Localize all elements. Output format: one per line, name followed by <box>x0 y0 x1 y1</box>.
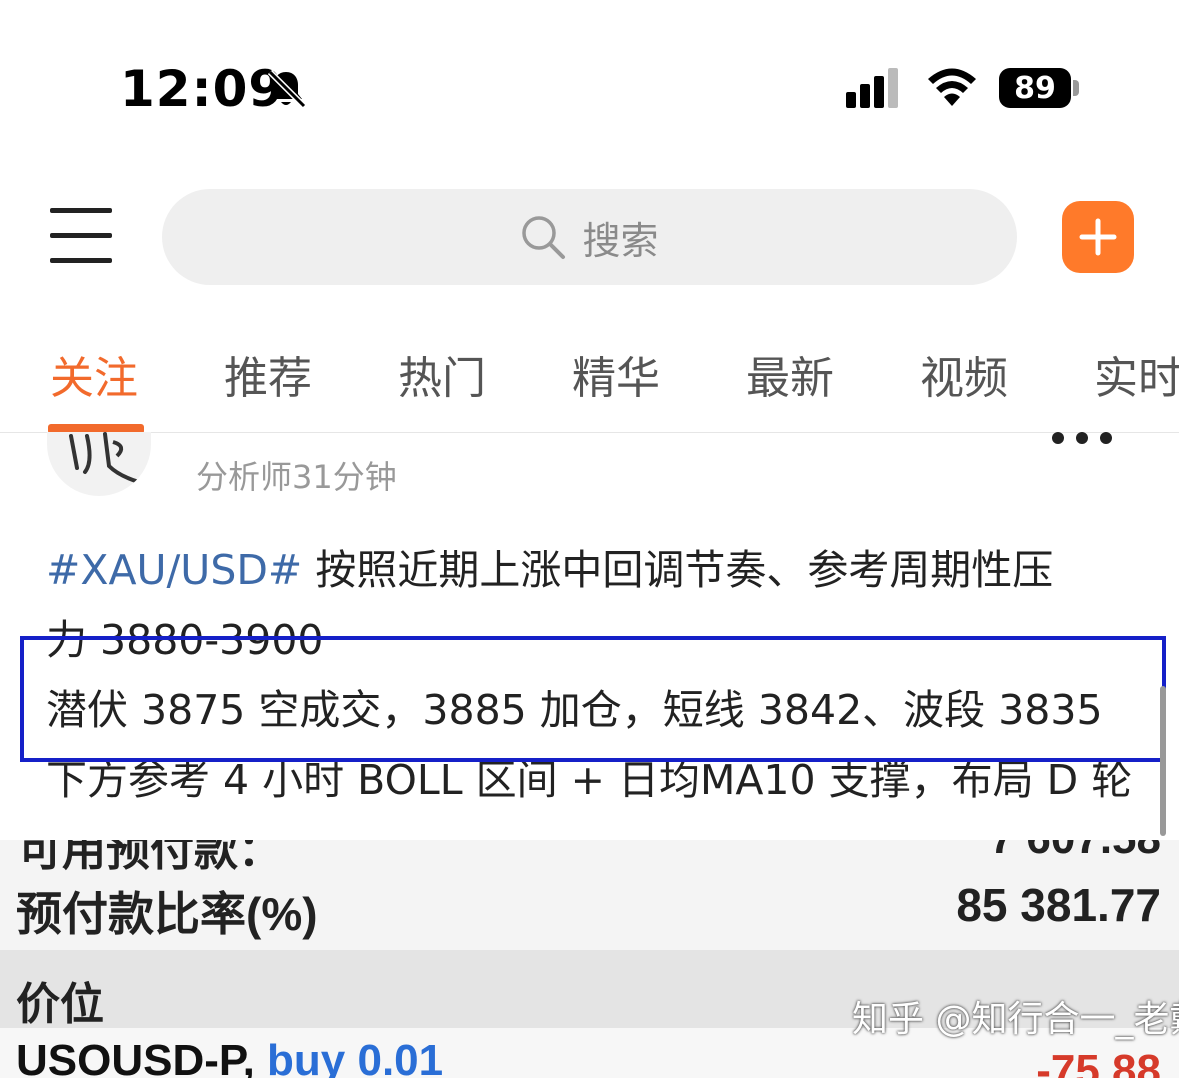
tab-recommended[interactable]: 推荐 <box>224 342 312 406</box>
search-icon <box>522 216 566 259</box>
add-button[interactable] <box>1062 201 1134 273</box>
menu-icon[interactable] <box>50 208 112 264</box>
position-profit: -75.88 <box>1036 1046 1161 1078</box>
positions-label: 价位 <box>16 980 104 1029</box>
avatar-logo-icon <box>69 432 141 484</box>
free-margin-value: 7 607.58 <box>990 840 1161 864</box>
watermark: 知乎 @知行合一_老戴 <box>852 999 1179 1040</box>
bell-slash-icon <box>267 69 307 109</box>
battery-icon: 89 <box>999 68 1071 108</box>
position-order: buy 0.01 <box>254 1036 444 1078</box>
margin-level-label: 预付款比率(%) <box>16 888 318 940</box>
more-options-icon[interactable] <box>1052 432 1112 446</box>
post-line-1: #XAU/USD# 按照近期上涨中回调节奏、参考周期性压 <box>46 536 1053 596</box>
avatar[interactable] <box>47 432 151 496</box>
position-symbol: USOUSD-P, buy 0.01 <box>16 1036 443 1078</box>
tab-featured[interactable]: 精华 <box>572 342 660 406</box>
search-placeholder: 搜索 <box>582 218 659 263</box>
wifi-icon <box>928 68 976 106</box>
post-meta: 分析师31分钟 <box>196 458 397 496</box>
free-margin-label: 可用预付款： <box>18 840 282 875</box>
account-row: 可用预付款： 7 607.58 预付款比率(%) 85 381.77 <box>0 840 1179 950</box>
status-time: 12:09 <box>120 60 285 118</box>
hashtag-link[interactable]: #XAU/USD# <box>46 546 302 594</box>
tab-hot[interactable]: 热门 <box>398 342 486 406</box>
search-input[interactable]: 搜索 <box>162 189 1017 285</box>
post-text: 按照近期上涨中回调节奏、参考周期性压 <box>302 546 1054 594</box>
highlight-box <box>20 636 1166 762</box>
cellular-signal-icon <box>846 68 898 108</box>
margin-level-value: 85 381.77 <box>956 879 1161 931</box>
battery-tip <box>1073 80 1079 96</box>
tab-realtime[interactable]: 实时 <box>1094 342 1179 406</box>
trading-screenshot: 可用预付款： 7 607.58 预付款比率(%) 85 381.77 价位 US… <box>0 840 1179 1078</box>
feed-tabs: 关注 推荐 热门 精华 最新 视频 实时 <box>0 312 1179 433</box>
plus-icon <box>1079 218 1117 256</box>
tab-latest[interactable]: 最新 <box>746 342 834 406</box>
tab-following[interactable]: 关注 <box>50 342 138 406</box>
tab-video[interactable]: 视频 <box>920 342 1008 406</box>
battery-level: 89 <box>1014 70 1056 106</box>
scrollbar[interactable] <box>1160 686 1166 836</box>
